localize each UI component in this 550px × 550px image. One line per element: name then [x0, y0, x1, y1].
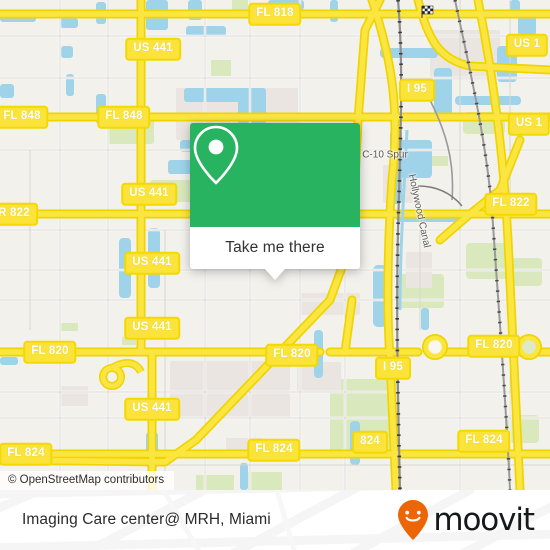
- road-shield: US 441: [124, 397, 180, 421]
- road-shield: FL 822: [484, 192, 538, 216]
- road-shield: FL 848: [97, 105, 151, 129]
- road-shield: US 441: [124, 251, 180, 275]
- road-shield: US 1: [507, 112, 550, 136]
- map-attribution[interactable]: © OpenStreetMap contributors: [0, 471, 175, 490]
- footer-bar: Imaging Care center@ MRH, Miami moovit: [0, 490, 550, 550]
- screenshot-root: FL 818 US 441 US 1 I 95 FL 848 FL 848 US 1 US 4…: [0, 0, 550, 550]
- popup-header: [190, 123, 360, 227]
- road-shield: I 95: [375, 356, 411, 380]
- road-shield: FL 848: [0, 105, 49, 129]
- place-title: Imaging Care center@ MRH, Miami: [22, 511, 271, 528]
- road-shield: FL 818: [248, 2, 302, 26]
- map-canvas[interactable]: FL 818 US 441 US 1 I 95 FL 848 FL 848 US 1 US 4…: [0, 0, 550, 490]
- road-shield: US 441: [124, 316, 180, 340]
- road-shield: FL 824: [0, 442, 53, 466]
- map-place-label: C-10 Spur: [362, 149, 408, 161]
- road-shield: FL 824: [457, 429, 511, 453]
- location-popup[interactable]: Take me there: [190, 123, 360, 280]
- map-pin-icon: [193, 125, 239, 185]
- moovit-logo[interactable]: moovit: [396, 498, 535, 542]
- popup-pointer: [264, 268, 286, 280]
- moovit-pin-icon: [398, 500, 429, 540]
- road-shield: US 1: [505, 33, 549, 57]
- popup-action-bar[interactable]: Take me there: [190, 227, 360, 269]
- road-shield: US 441: [121, 182, 177, 206]
- road-shield: FL 824: [247, 438, 301, 462]
- road-shield: FL 820: [265, 343, 319, 367]
- road-shield: R 822: [0, 202, 38, 226]
- road-shield: FL 820: [23, 340, 77, 364]
- road-shield: FL 820: [467, 334, 521, 358]
- take-me-there-label: Take me there: [225, 239, 325, 256]
- road-shield: 824: [352, 430, 388, 454]
- road-shield: I 95: [399, 78, 435, 102]
- moovit-wordmark: moovit: [433, 501, 535, 538]
- road-shield: US 441: [125, 37, 181, 61]
